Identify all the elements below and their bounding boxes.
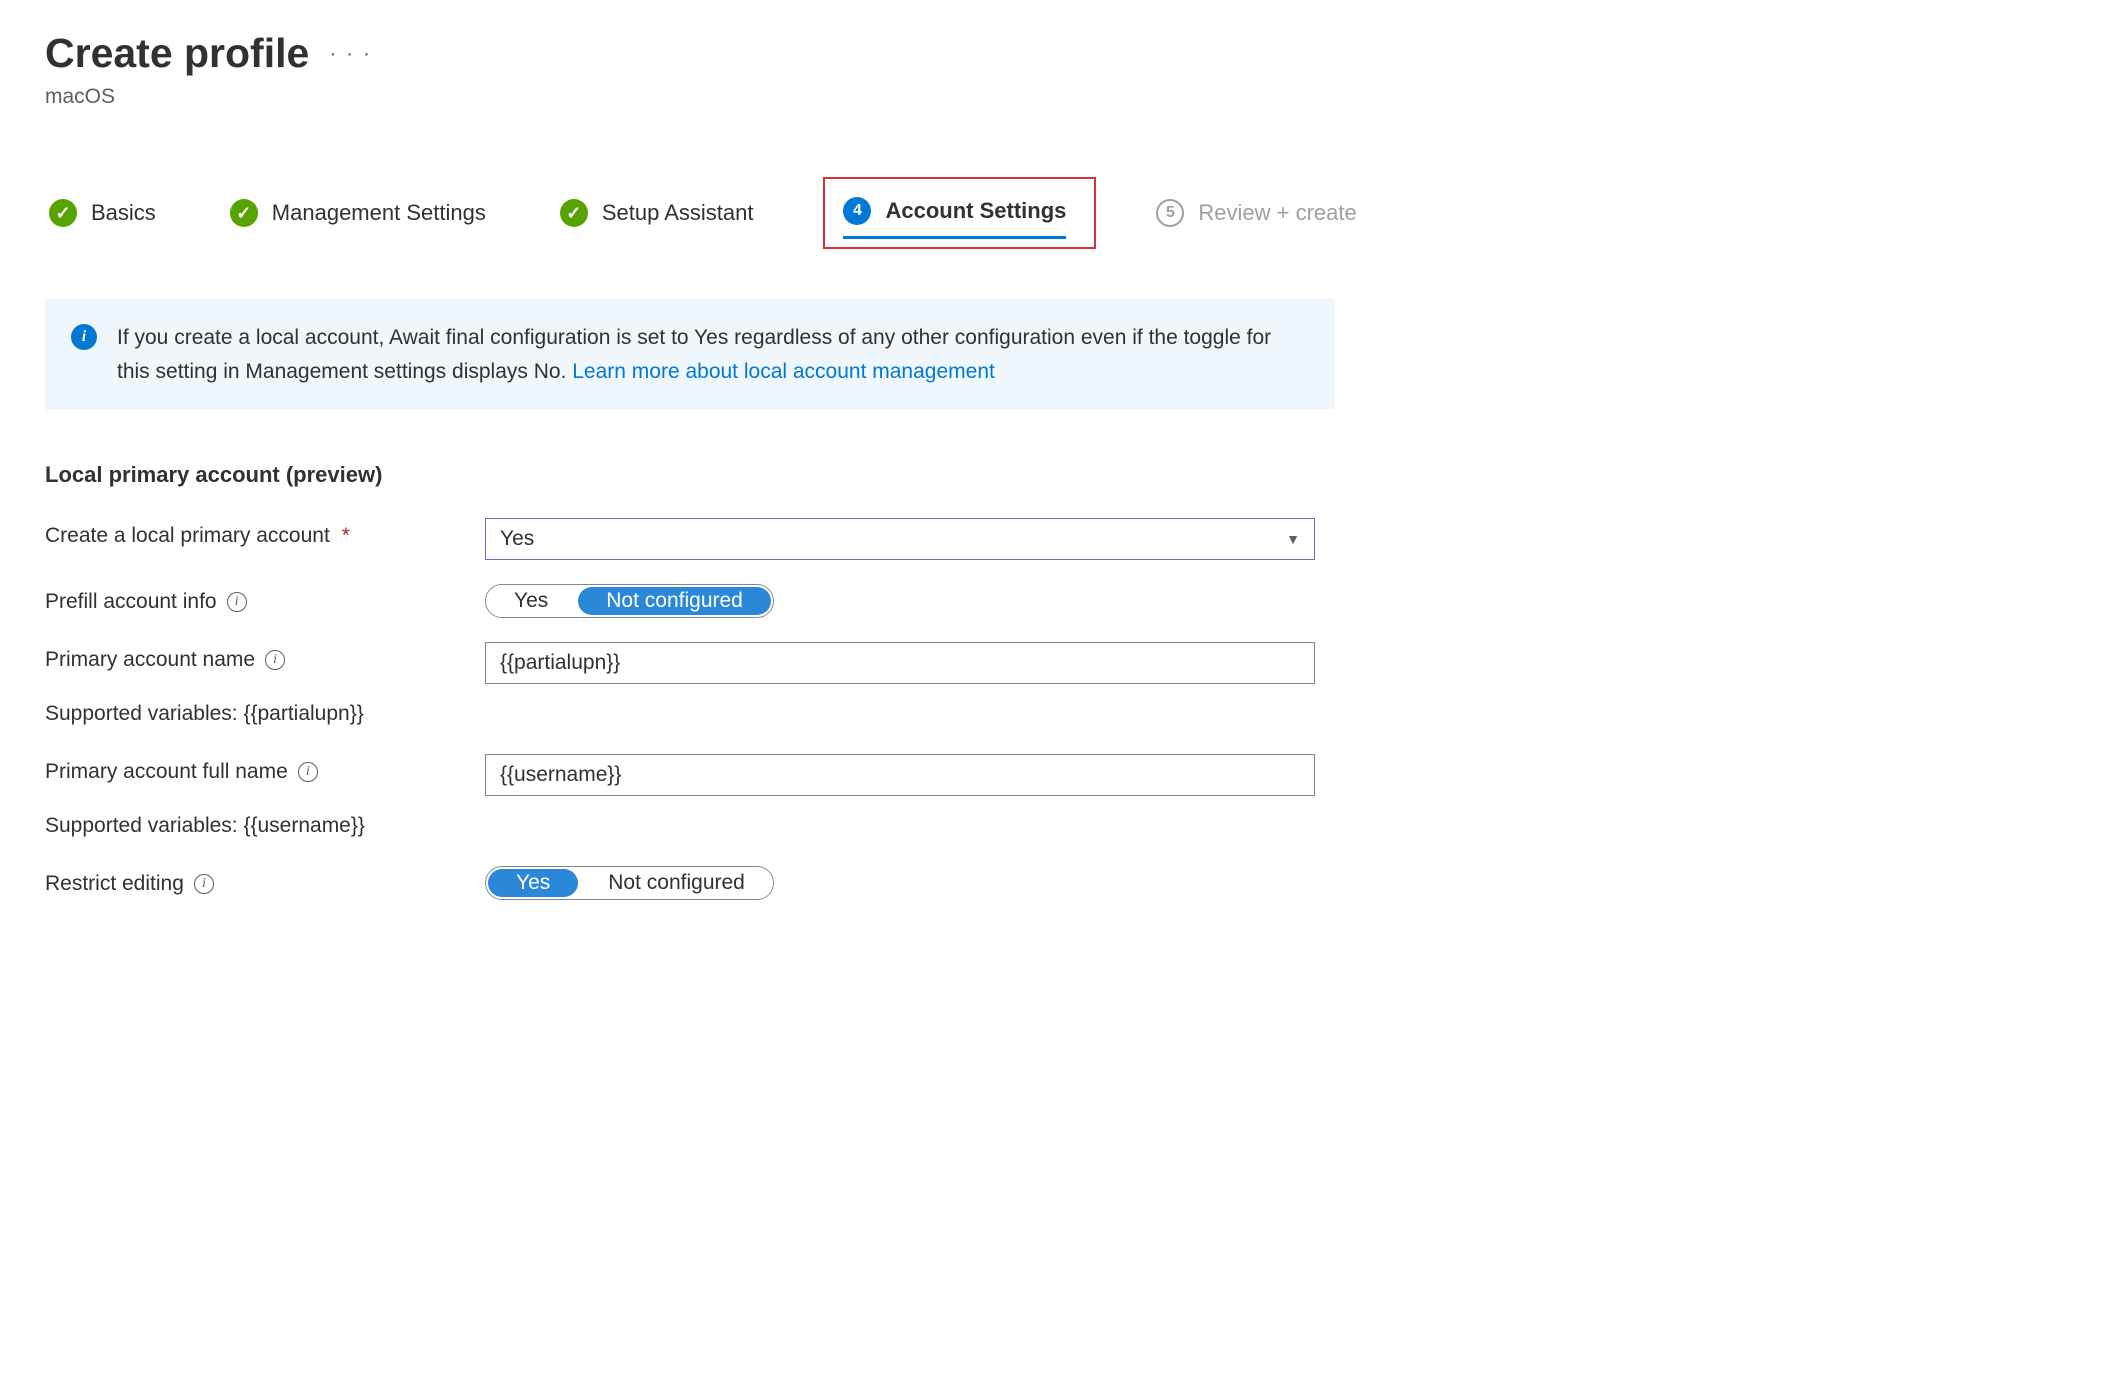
label-text: Restrict editing bbox=[45, 872, 184, 896]
more-icon[interactable]: · · · bbox=[329, 42, 372, 66]
row-create-local: Create a local primary account * Yes ▼ bbox=[45, 518, 2081, 560]
row-prefill: Prefill account info i Yes Not configure… bbox=[45, 584, 2081, 618]
label-prefill: Prefill account info i bbox=[45, 584, 485, 614]
title-row: Create profile · · · bbox=[45, 30, 2081, 77]
chevron-down-icon: ▼ bbox=[1286, 531, 1300, 547]
label-text: Prefill account info bbox=[45, 590, 217, 614]
row-primary-full: Primary account full name i {{username}} bbox=[45, 754, 2081, 796]
label-text: Primary account name bbox=[45, 648, 255, 672]
stepper: ✓ Basics ✓ Management Settings ✓ Setup A… bbox=[45, 177, 2081, 249]
page-title: Create profile bbox=[45, 30, 309, 77]
info-hint-icon[interactable]: i bbox=[265, 650, 285, 670]
info-hint-icon[interactable]: i bbox=[194, 874, 214, 894]
label-text: Primary account full name bbox=[45, 760, 288, 784]
input-primary-full[interactable]: {{username}} bbox=[485, 754, 1315, 796]
check-icon: ✓ bbox=[49, 199, 77, 227]
step-label: Setup Assistant bbox=[602, 200, 754, 226]
toggle-prefill[interactable]: Yes Not configured bbox=[485, 584, 774, 618]
info-icon: i bbox=[71, 324, 97, 350]
page-root: Create profile · · · macOS ✓ Basics ✓ Ma… bbox=[0, 0, 2126, 954]
step-number-icon: 4 bbox=[843, 197, 871, 225]
check-icon: ✓ bbox=[560, 199, 588, 227]
section-heading: Local primary account (preview) bbox=[45, 462, 2081, 488]
label-restrict: Restrict editing i bbox=[45, 866, 485, 896]
step-label: Account Settings bbox=[885, 198, 1066, 224]
step-number-icon: 5 bbox=[1156, 199, 1184, 227]
label-primary-full: Primary account full name i bbox=[45, 754, 485, 784]
info-hint-icon[interactable]: i bbox=[227, 592, 247, 612]
step-review-create: 5 Review + create bbox=[1152, 191, 1370, 235]
supported-primary-name: Supported variables: {{partialupn}} bbox=[45, 702, 2081, 726]
label-text: Create a local primary account bbox=[45, 524, 330, 548]
row-restrict: Restrict editing i Yes Not configured bbox=[45, 866, 2081, 900]
step-label: Review + create bbox=[1198, 200, 1356, 226]
step-account-settings[interactable]: 4 Account Settings bbox=[823, 177, 1096, 249]
toggle-option-not-configured[interactable]: Not configured bbox=[580, 867, 773, 899]
step-management-settings[interactable]: ✓ Management Settings bbox=[226, 191, 500, 235]
toggle-restrict[interactable]: Yes Not configured bbox=[485, 866, 774, 900]
step-label: Basics bbox=[91, 200, 156, 226]
select-create-local[interactable]: Yes ▼ bbox=[485, 518, 1315, 560]
required-marker: * bbox=[342, 524, 350, 548]
supported-primary-full: Supported variables: {{username}} bbox=[45, 814, 2081, 838]
label-primary-name: Primary account name i bbox=[45, 642, 485, 672]
step-basics[interactable]: ✓ Basics bbox=[45, 191, 170, 235]
step-label: Management Settings bbox=[272, 200, 486, 226]
info-banner: i If you create a local account, Await f… bbox=[45, 299, 1335, 410]
label-create-local: Create a local primary account * bbox=[45, 518, 485, 548]
check-icon: ✓ bbox=[230, 199, 258, 227]
toggle-option-not-configured[interactable]: Not configured bbox=[578, 587, 771, 615]
row-primary-name: Primary account name i {{partialupn}} bbox=[45, 642, 2081, 684]
toggle-option-yes[interactable]: Yes bbox=[486, 585, 576, 617]
info-hint-icon[interactable]: i bbox=[298, 762, 318, 782]
info-content: If you create a local account, Await fin… bbox=[117, 321, 1309, 388]
info-link[interactable]: Learn more about local account managemen… bbox=[572, 360, 995, 383]
select-value: Yes bbox=[500, 527, 534, 551]
input-primary-name[interactable]: {{partialupn}} bbox=[485, 642, 1315, 684]
page-subtitle: macOS bbox=[45, 85, 2081, 109]
step-setup-assistant[interactable]: ✓ Setup Assistant bbox=[556, 191, 768, 235]
toggle-option-yes[interactable]: Yes bbox=[488, 869, 578, 897]
